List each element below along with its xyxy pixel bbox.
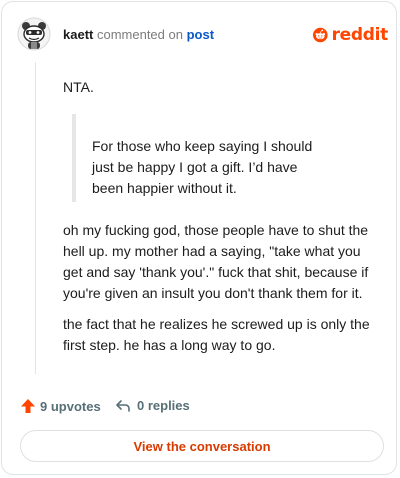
upvote-arrow-icon <box>21 399 35 413</box>
comment-card: kaett commented on post reddit NTA. For … <box>1 1 397 475</box>
upvote-button[interactable]: 9 upvotes <box>20 398 101 414</box>
snoo-avatar-icon <box>17 17 51 51</box>
reddit-alien-icon <box>313 27 328 43</box>
replies-button[interactable]: 0 replies <box>115 398 190 413</box>
view-conversation-button[interactable]: View the conversation <box>20 430 384 462</box>
comment-paragraph: the fact that he realizes he screwed up … <box>63 316 370 353</box>
action-text: commented on <box>93 27 187 42</box>
comment-paragraph: oh my fucking god, those people have to … <box>63 222 369 301</box>
comment-intro: NTA. <box>63 79 94 95</box>
reply-arrow-icon <box>116 399 130 412</box>
thread-line <box>35 62 36 374</box>
reply-count: 0 replies <box>137 398 190 413</box>
avatar[interactable] <box>17 17 51 51</box>
quote-bar <box>72 114 76 202</box>
quote-text: For those who keep saying I should just … <box>92 138 313 196</box>
comment-header: kaett commented on post <box>63 27 214 43</box>
upvote-count: 9 upvotes <box>40 398 101 414</box>
reddit-wordmark: reddit <box>331 25 389 45</box>
post-link[interactable]: post <box>187 27 214 42</box>
reddit-logo[interactable]: reddit <box>313 22 388 48</box>
username-link[interactable]: kaett <box>63 27 93 42</box>
